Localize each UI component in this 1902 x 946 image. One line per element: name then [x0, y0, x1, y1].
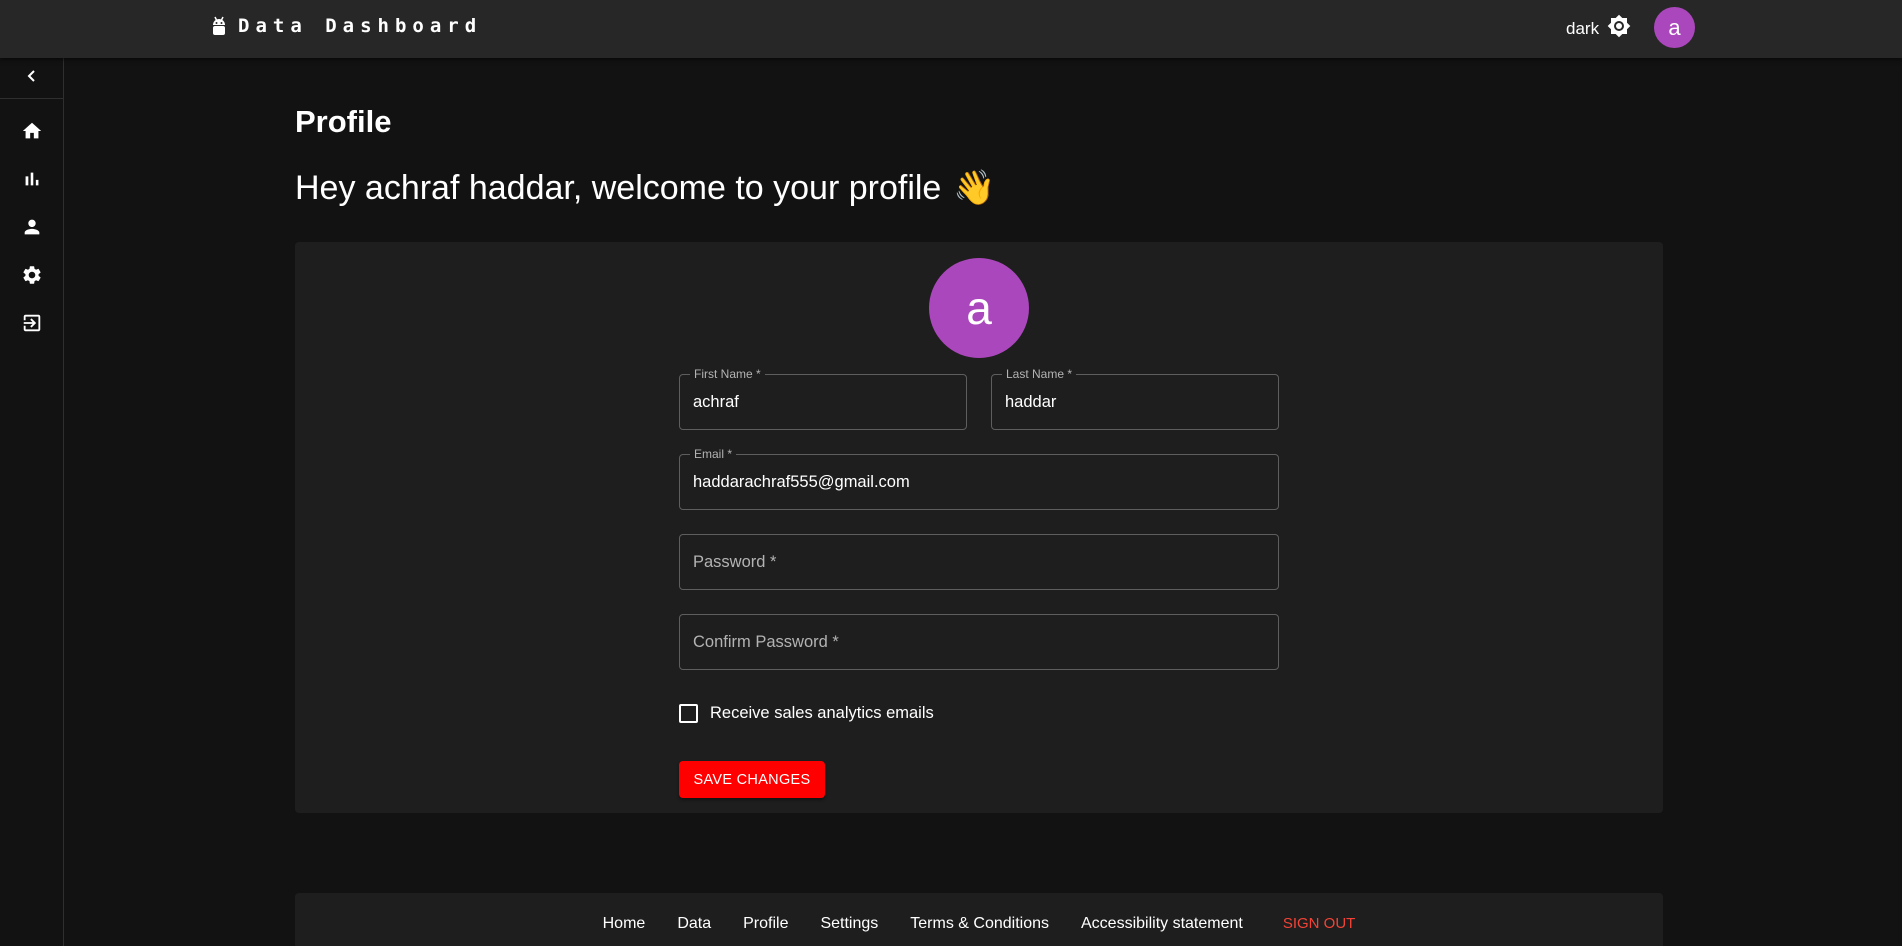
sidebar-nav: [0, 99, 63, 349]
sidebar-item-home[interactable]: [0, 109, 63, 157]
save-changes-button[interactable]: SAVE CHANGES: [679, 761, 825, 798]
sidebar-item-logout[interactable]: [0, 301, 63, 349]
footer-link-home[interactable]: Home: [603, 915, 646, 933]
password-field[interactable]: [679, 534, 1279, 590]
page-title: Profile: [295, 104, 392, 139]
theme-toggle[interactable]: dark: [1566, 14, 1631, 43]
checkbox-label: Receive sales analytics emails: [710, 704, 934, 722]
welcome-message: Hey achraf haddar, welcome to your profi…: [295, 168, 996, 208]
footer-link-profile[interactable]: Profile: [743, 915, 788, 933]
person-icon: [21, 216, 43, 243]
home-icon: [21, 120, 43, 147]
footer-links: Home Data Profile Settings Terms & Condi…: [295, 915, 1663, 933]
email-field[interactable]: Email *: [679, 447, 1279, 510]
waving-hand-icon: 👋: [953, 169, 996, 207]
android-icon: [210, 14, 228, 38]
sidebar-item-settings[interactable]: [0, 253, 63, 301]
confirm-password-input[interactable]: [680, 615, 1278, 669]
gear-icon: [21, 264, 43, 291]
first-name-field[interactable]: First Name *: [679, 367, 967, 430]
app-bar: Data Dashboard dark a: [0, 0, 1902, 58]
email-input[interactable]: [680, 455, 1278, 509]
footer-link-settings[interactable]: Settings: [820, 915, 878, 933]
bar-chart-icon: [21, 168, 43, 195]
logout-icon: [21, 312, 43, 339]
welcome-text: Hey achraf haddar, welcome to your profi…: [295, 168, 942, 207]
footer-link-terms[interactable]: Terms & Conditions: [910, 915, 1049, 933]
sidebar-collapse-button[interactable]: [0, 58, 63, 99]
last-name-label: Last Name *: [1002, 367, 1077, 381]
brightness-icon[interactable]: [1607, 14, 1631, 43]
profile-avatar[interactable]: a: [929, 258, 1029, 358]
footer-link-accessibility[interactable]: Accessibility statement: [1081, 915, 1243, 933]
footer-link-data[interactable]: Data: [677, 915, 711, 933]
brand[interactable]: Data Dashboard: [210, 14, 482, 38]
footer: Home Data Profile Settings Terms & Condi…: [295, 893, 1663, 946]
app-title: Data Dashboard: [238, 15, 483, 37]
sidebar: [0, 58, 64, 946]
confirm-password-field[interactable]: [679, 614, 1279, 670]
sidebar-item-data[interactable]: [0, 157, 63, 205]
password-input[interactable]: [680, 535, 1278, 589]
sidebar-item-profile[interactable]: [0, 205, 63, 253]
last-name-input[interactable]: [992, 375, 1278, 429]
analytics-emails-checkbox[interactable]: Receive sales analytics emails: [679, 704, 934, 723]
theme-label: dark: [1566, 18, 1600, 38]
last-name-field[interactable]: Last Name *: [991, 367, 1279, 430]
checkbox-box[interactable]: [679, 704, 698, 723]
email-label: Email *: [690, 447, 737, 461]
footer-signout-link[interactable]: SIGN OUT: [1283, 915, 1356, 933]
chevron-left-icon: [25, 69, 39, 88]
first-name-label: First Name *: [690, 367, 765, 381]
header-avatar[interactable]: a: [1654, 7, 1695, 48]
first-name-input[interactable]: [680, 375, 966, 429]
profile-card: a First Name * Last Name * Email * Recei…: [295, 242, 1663, 813]
